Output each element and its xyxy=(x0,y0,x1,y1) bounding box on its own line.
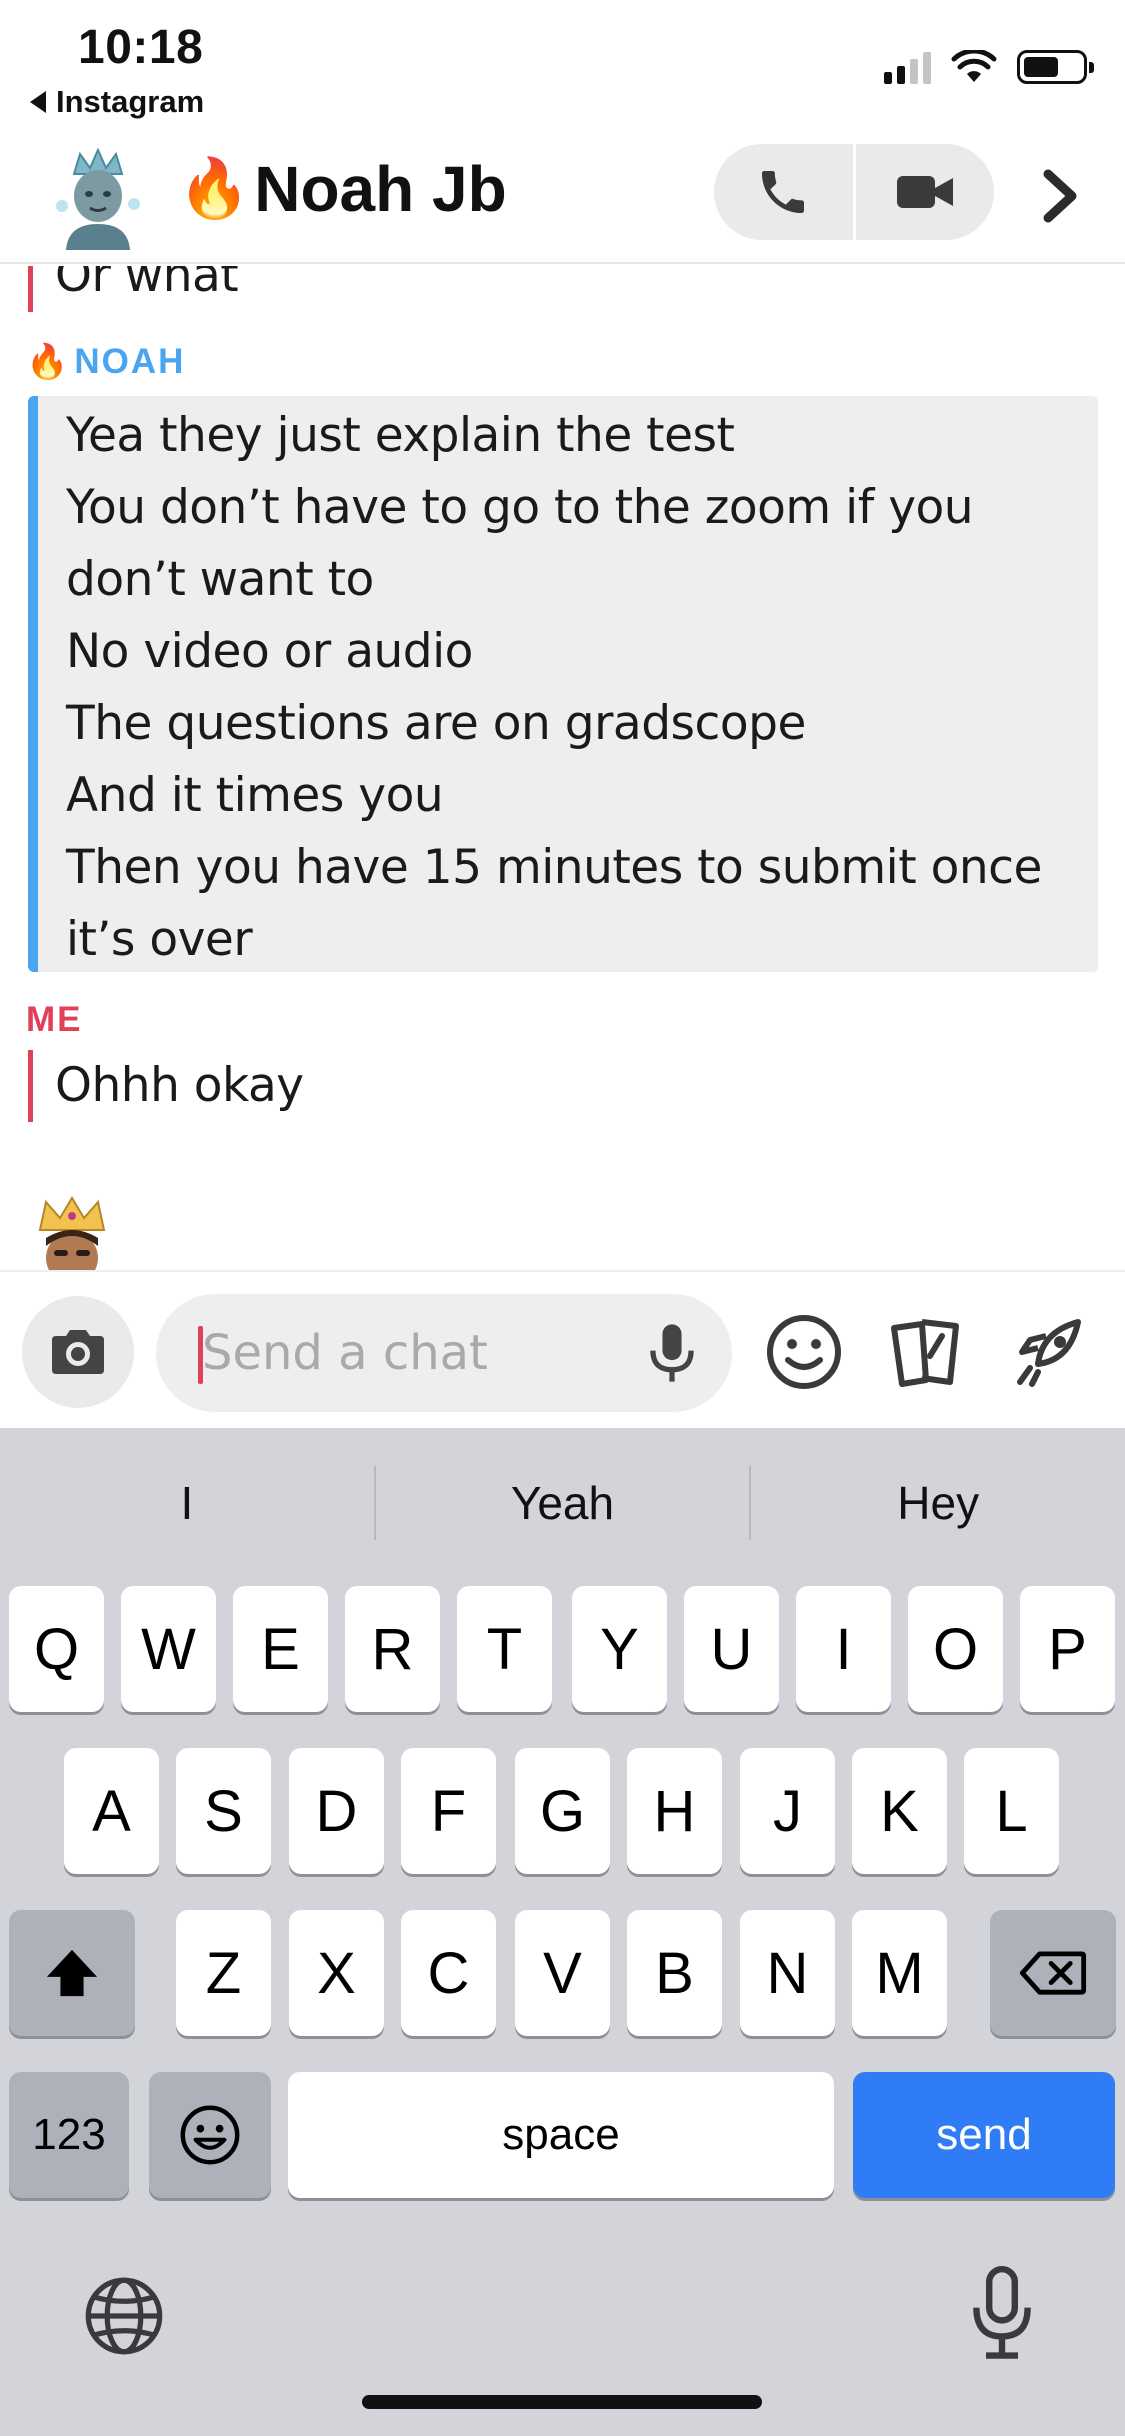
key-j[interactable]: J xyxy=(740,1748,835,1874)
send-key[interactable]: send xyxy=(853,2072,1115,2198)
previous-message: Or what xyxy=(28,266,239,312)
message-thread[interactable]: Or what 🔥 NOAH Yea they just explain the… xyxy=(0,266,1125,1270)
voice-call-button[interactable] xyxy=(714,144,853,240)
my-message-group[interactable]: Ohhh okay xyxy=(28,1050,304,1122)
noah-message-group[interactable]: Yea they just explain the test You don’t… xyxy=(28,396,1098,972)
key-a[interactable]: A xyxy=(64,1748,159,1874)
key-t[interactable]: T xyxy=(457,1586,552,1712)
message-text: Yea they just explain the test xyxy=(66,408,735,463)
message-text: And it times you xyxy=(66,768,444,823)
stickers-cards-icon[interactable] xyxy=(886,1312,966,1392)
key-b[interactable]: B xyxy=(627,1910,722,2036)
friend-bitmoji-avatar[interactable] xyxy=(48,144,148,250)
call-button-group xyxy=(714,144,994,240)
camera-button[interactable] xyxy=(22,1296,134,1408)
chat-input-field[interactable] xyxy=(156,1294,732,1412)
back-app-label: Instagram xyxy=(56,84,205,119)
phone-icon xyxy=(762,171,805,213)
key-f[interactable]: F xyxy=(401,1748,496,1874)
suggestion-3[interactable]: Hey xyxy=(751,1476,1125,1530)
key-i[interactable]: I xyxy=(796,1586,891,1712)
key-q[interactable]: Q xyxy=(9,1586,104,1712)
emoji-face-icon xyxy=(180,2105,240,2165)
chat-text-input[interactable] xyxy=(202,1294,622,1412)
message-text: You don’t have to go to the zoom if you xyxy=(66,480,974,535)
emoji-key[interactable] xyxy=(149,2072,271,2198)
wifi-icon xyxy=(951,50,997,82)
key-e[interactable]: E xyxy=(233,1586,328,1712)
status-bar: 10:18 Instagram xyxy=(0,0,1125,130)
microphone-icon[interactable] xyxy=(642,1322,702,1384)
suggestion-2[interactable]: Yeah xyxy=(376,1476,750,1530)
key-r[interactable]: R xyxy=(345,1586,440,1712)
message-text: Or what xyxy=(55,266,239,303)
message-text: it’s over xyxy=(66,912,253,967)
key-c[interactable]: C xyxy=(401,1910,496,2036)
key-z[interactable]: Z xyxy=(176,1910,271,2036)
key-h[interactable]: H xyxy=(627,1748,722,1874)
smiley-face-icon[interactable] xyxy=(764,1312,844,1392)
home-indicator[interactable] xyxy=(362,2395,762,2409)
key-g[interactable]: G xyxy=(515,1748,610,1874)
status-time: 10:18 xyxy=(78,21,204,74)
key-n[interactable]: N xyxy=(740,1910,835,2036)
sender-label-me: ME xyxy=(26,1000,83,1039)
message-text: Then you have 15 minutes to submit once xyxy=(66,840,1042,895)
message-text: Ohhh okay xyxy=(55,1058,304,1113)
message-text: No video or audio xyxy=(66,624,473,679)
video-call-button[interactable] xyxy=(856,144,995,240)
battery-icon xyxy=(1017,50,1094,84)
key-m[interactable]: M xyxy=(852,1910,947,2036)
chat-title[interactable]: 🔥 Noah Jb xyxy=(178,152,507,226)
suggestion-1[interactable]: I xyxy=(0,1476,374,1530)
fire-emoji-icon: 🔥 xyxy=(178,156,251,221)
chat-title-text: Noah Jb xyxy=(254,153,507,225)
backspace-icon xyxy=(1019,1951,1087,1995)
shift-arrow-icon xyxy=(46,1949,98,1997)
key-k[interactable]: K xyxy=(852,1748,947,1874)
key-l[interactable]: L xyxy=(964,1748,1059,1874)
predictive-bar: I Yeah Hey xyxy=(0,1428,1125,1578)
globe-icon[interactable] xyxy=(82,2274,166,2358)
dictation-microphone-icon[interactable] xyxy=(962,2266,1042,2362)
shift-key[interactable] xyxy=(9,1910,135,2036)
key-u[interactable]: U xyxy=(684,1586,779,1712)
key-v[interactable]: V xyxy=(515,1910,610,2036)
compose-bar xyxy=(0,1270,1125,1428)
system-keyboard: I Yeah Hey Q W E R T Y U I O P A S D F G… xyxy=(0,1428,1125,2436)
rocket-icon[interactable] xyxy=(1010,1312,1090,1392)
message-text: The questions are on gradscope xyxy=(66,696,806,751)
my-bitmoji-avatar xyxy=(30,1196,114,1270)
chevron-right-icon[interactable] xyxy=(1030,166,1090,226)
key-y[interactable]: Y xyxy=(572,1586,667,1712)
chat-header: 🔥 Noah Jb xyxy=(0,130,1125,264)
key-s[interactable]: S xyxy=(176,1748,271,1874)
back-to-app-link[interactable]: Instagram xyxy=(30,84,204,120)
key-x[interactable]: X xyxy=(289,1910,384,2036)
sender-label-noah: 🔥 NOAH xyxy=(26,342,186,381)
video-camera-icon xyxy=(896,176,953,208)
backspace-key[interactable] xyxy=(990,1910,1116,2036)
key-o[interactable]: O xyxy=(908,1586,1003,1712)
cellular-signal-icon xyxy=(884,50,931,84)
fire-emoji-icon: 🔥 xyxy=(26,343,71,381)
key-w[interactable]: W xyxy=(121,1586,216,1712)
back-triangle-icon xyxy=(30,91,46,113)
status-indicators xyxy=(884,50,1094,84)
space-key[interactable]: space xyxy=(288,2072,834,2198)
camera-icon xyxy=(52,1330,104,1374)
key-p[interactable]: P xyxy=(1020,1586,1115,1712)
message-text: don’t want to xyxy=(66,552,374,607)
numbers-key[interactable]: 123 xyxy=(9,2072,129,2198)
key-d[interactable]: D xyxy=(289,1748,384,1874)
